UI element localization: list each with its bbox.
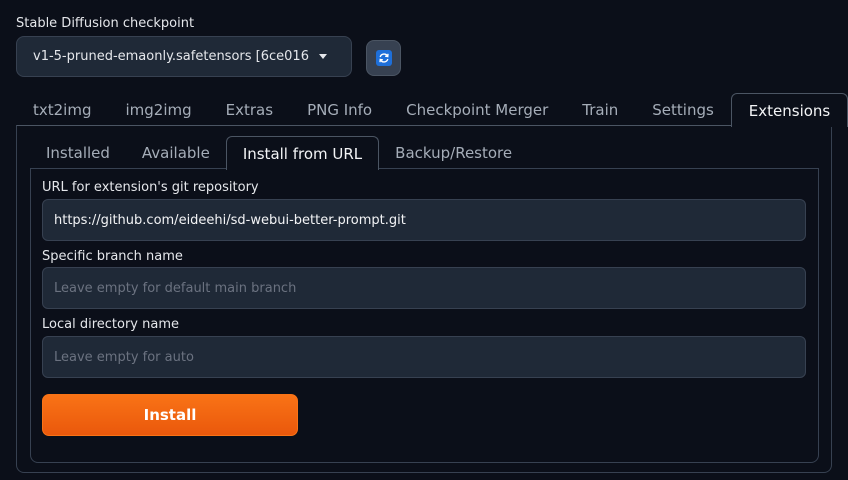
directory-field-label: Local directory name — [42, 317, 179, 332]
url-field-label: URL for extension's git repository — [42, 180, 259, 195]
checkpoint-value: v1-5-pruned-emaonly.safetensors [6ce0161… — [33, 49, 309, 64]
tab-checkpoint-merger[interactable]: Checkpoint Merger — [389, 93, 565, 126]
tab-img2img[interactable]: img2img — [108, 93, 208, 126]
install-button[interactable]: Install — [42, 394, 298, 436]
tab-extensions[interactable]: Extensions — [730, 93, 848, 127]
checkpoint-label: Stable Diffusion checkpoint — [16, 16, 195, 31]
branch-field-label: Specific branch name — [42, 249, 183, 264]
extension-subtabs: Installed Available Install from URL Bac… — [30, 136, 528, 170]
tab-settings[interactable]: Settings — [635, 93, 731, 126]
refresh-icon — [375, 50, 392, 66]
refresh-checkpoint-button[interactable] — [366, 40, 401, 76]
main-tabs: txt2img img2img Extras PNG Info Checkpoi… — [16, 93, 848, 127]
checkpoint-dropdown[interactable]: v1-5-pruned-emaonly.safetensors [6ce0161… — [16, 36, 352, 77]
tab-txt2img[interactable]: txt2img — [16, 93, 108, 126]
tab-train[interactable]: Train — [565, 93, 635, 126]
subtab-install-from-url[interactable]: Install from URL — [225, 136, 380, 170]
tab-extras[interactable]: Extras — [209, 93, 290, 126]
tab-png-info[interactable]: PNG Info — [290, 93, 389, 126]
directory-input[interactable] — [42, 336, 806, 378]
subtab-backup-restore[interactable]: Backup/Restore — [379, 136, 528, 169]
branch-input[interactable] — [42, 267, 806, 309]
chevron-down-icon — [319, 54, 327, 59]
subtab-installed[interactable]: Installed — [30, 136, 126, 169]
subtab-available[interactable]: Available — [126, 136, 226, 169]
url-input[interactable] — [42, 199, 806, 241]
extensions-page: Stable Diffusion checkpoint v1-5-pruned-… — [0, 0, 848, 480]
